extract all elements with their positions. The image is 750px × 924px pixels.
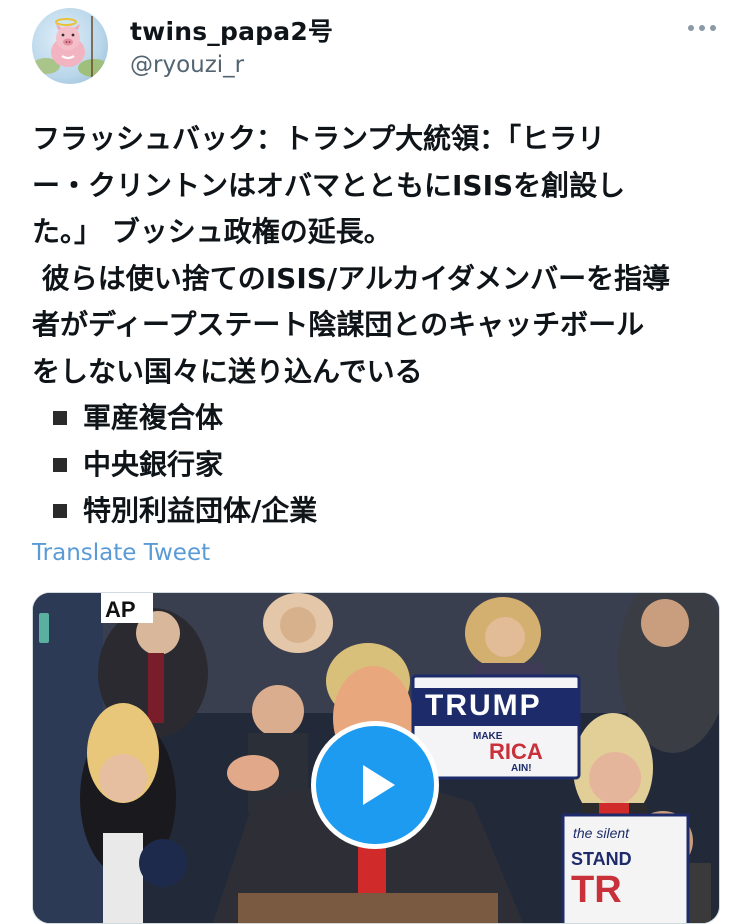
bullet-label: 中央銀行家	[83, 447, 224, 481]
sign-tr: TR	[571, 869, 622, 911]
bullet-square-icon	[53, 504, 67, 519]
translate-tweet-link[interactable]: Translate Tweet	[32, 540, 210, 566]
video-watermark: AP	[105, 597, 136, 622]
sign-america: RICA	[489, 739, 543, 764]
tweet-text-line: 者がディープステート陰謀団とのキャッチボール	[32, 308, 645, 341]
sign-again: AIN!	[511, 763, 532, 774]
sign-stand: STAND	[571, 849, 632, 869]
tweet-text-line: 彼らは使い捨てのISIS/アルカイダメンバーを指導	[32, 261, 671, 295]
dot	[688, 25, 694, 31]
bullet-item: 軍産複合体	[32, 395, 722, 442]
bullet-label: 特別利益団体/企業	[83, 494, 318, 527]
bullet-square-icon	[53, 411, 67, 426]
tweet-text-line: ー・クリントンはオバマとともにISISを創設し	[32, 168, 626, 202]
pig-avatar-icon	[32, 16, 108, 78]
bullet-item: 特別利益団体/企業	[32, 488, 722, 535]
tweet-text: フラッシュバック：トランプ大統領：「ヒラリ ー・クリントンはオバマとともにISI…	[32, 116, 722, 535]
sign-silent: the silent	[573, 825, 630, 841]
more-options-icon[interactable]	[684, 18, 720, 38]
bullet-item: 中央銀行家	[32, 442, 722, 489]
avatar[interactable]	[32, 8, 108, 84]
bullet-square-icon	[53, 457, 67, 472]
sign-trump: TRUMP	[425, 689, 542, 722]
video-player[interactable]: AP TRUMP MAKE RICA AIN! the silent STAND…	[32, 592, 720, 924]
tweet-text-line: た。」 ブッシュ政権の延長。	[32, 215, 392, 248]
user-handle[interactable]: @ryouzi_r	[130, 52, 244, 78]
bullet-label: 軍産複合体	[83, 401, 224, 434]
tweet-text-line: フラッシュバック：トランプ大統領：「ヒラリ	[32, 122, 606, 155]
dot	[710, 25, 716, 31]
play-button[interactable]	[311, 721, 439, 849]
dot	[699, 25, 705, 31]
play-icon	[363, 765, 395, 805]
tweet-text-line: をしない国々に送り込んでいる	[32, 354, 423, 388]
display-name[interactable]: twins_papa2号	[130, 12, 333, 48]
